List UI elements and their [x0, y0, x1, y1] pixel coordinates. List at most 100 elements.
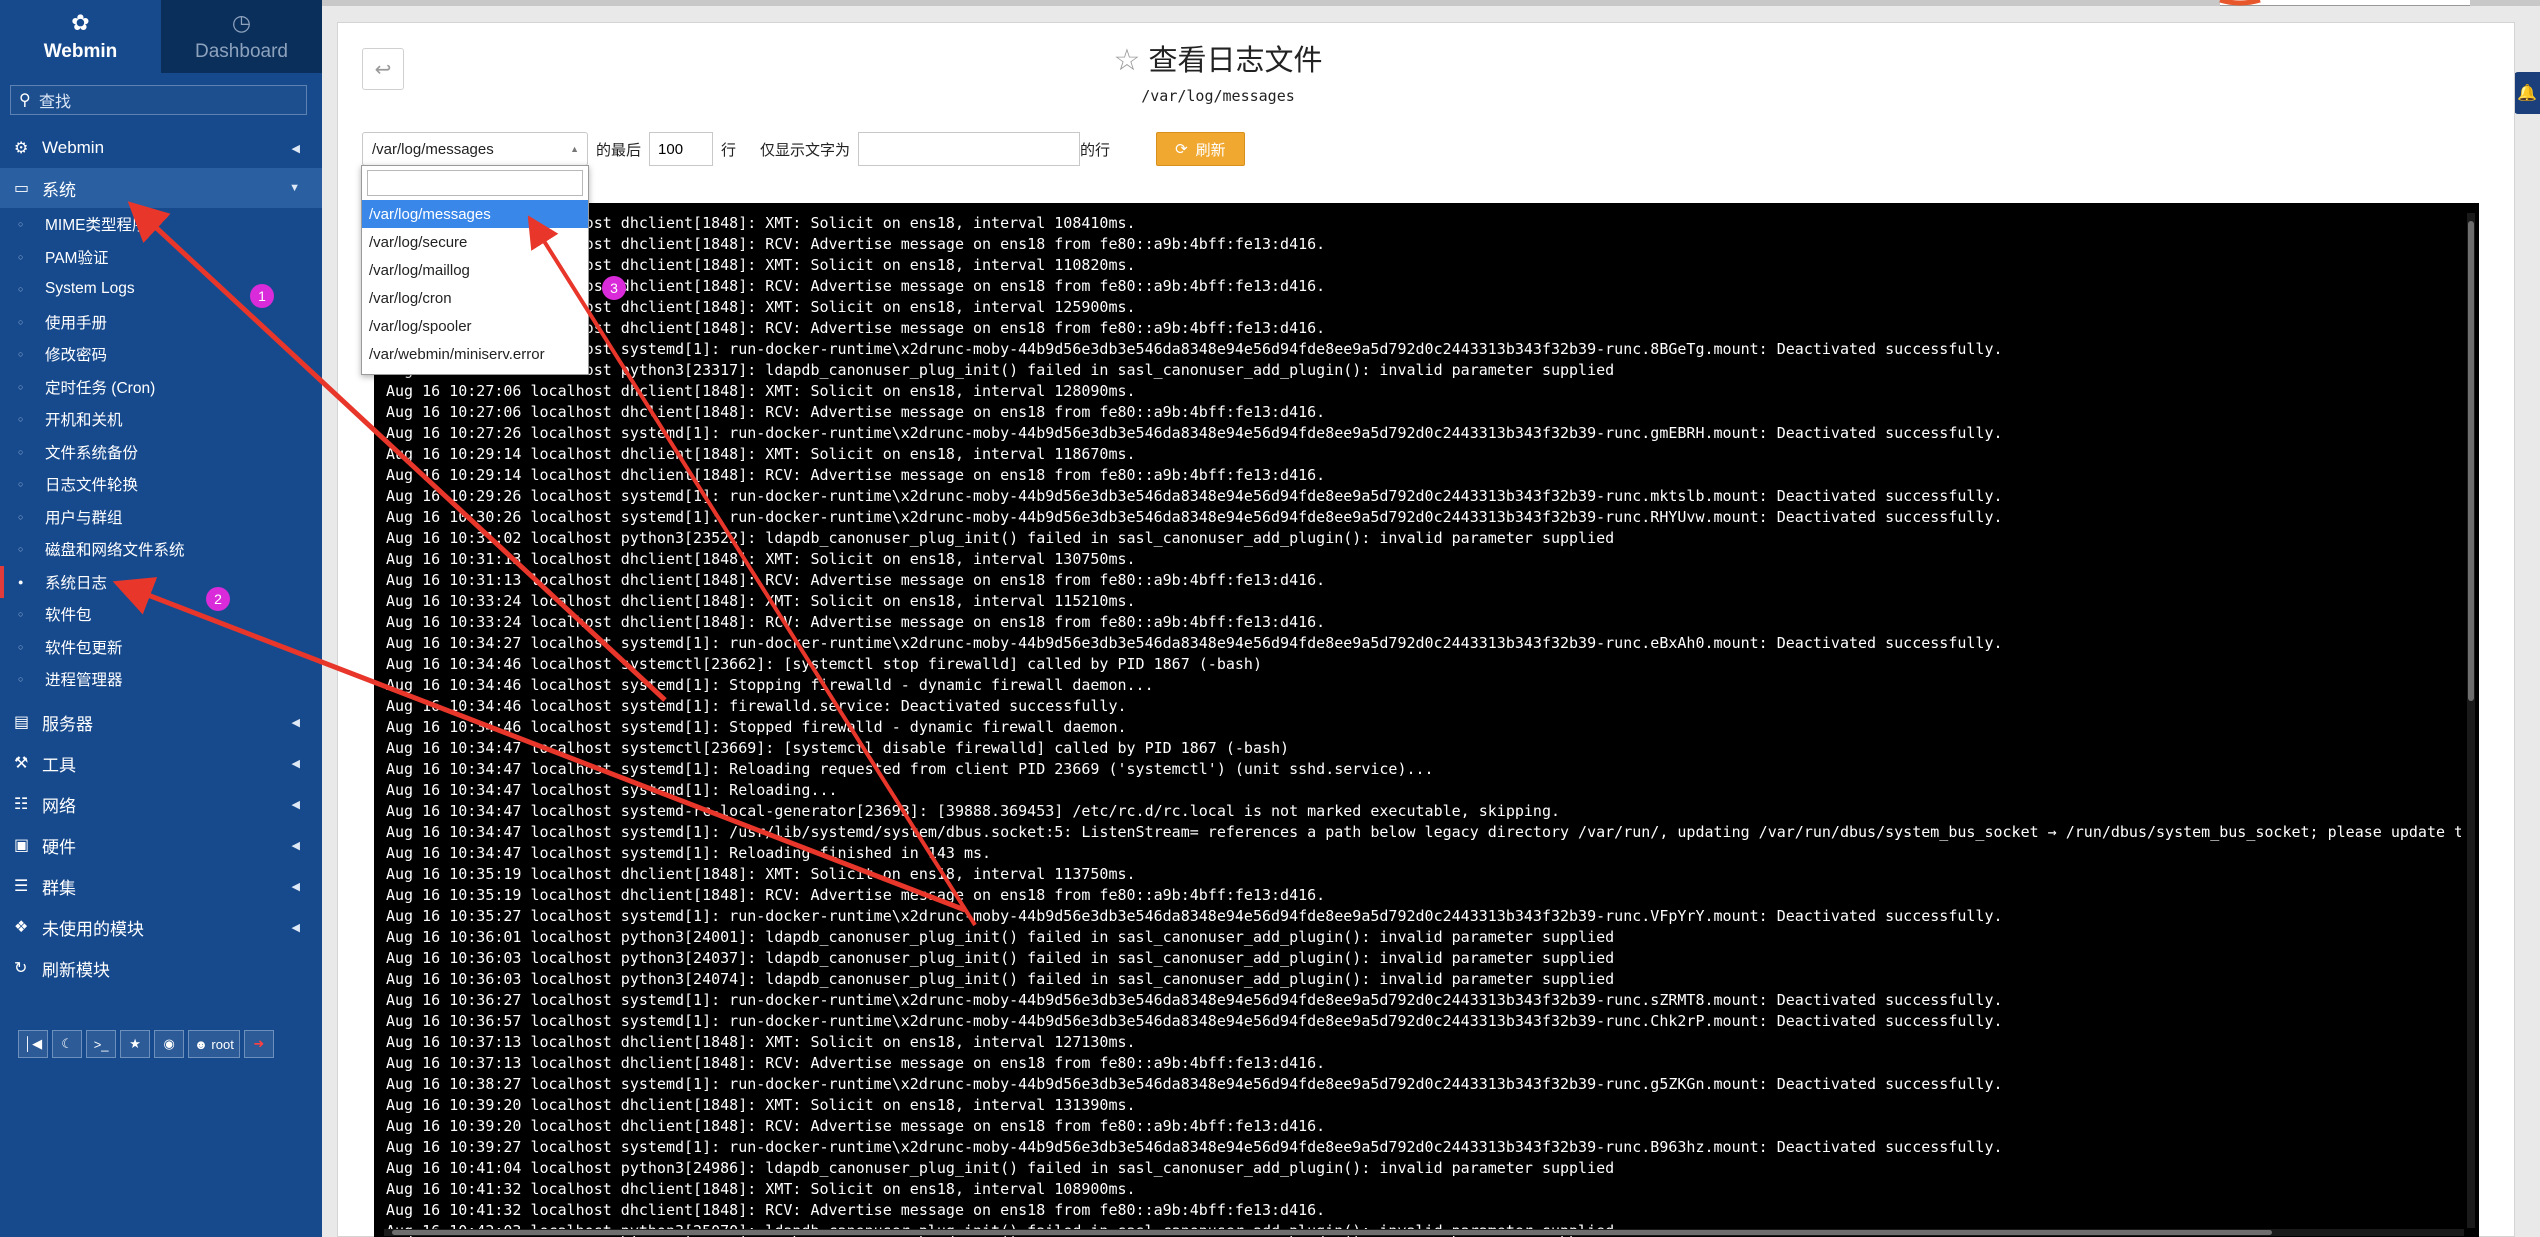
- lines-unit-label: 行: [721, 141, 737, 159]
- dropdown-option[interactable]: /var/webmin/miniserv.error: [362, 340, 588, 368]
- bullet-icon: ○: [18, 446, 24, 457]
- sidebar-item-label: 定时任务 (Cron): [45, 379, 156, 397]
- tab-dashboard-label: Dashboard: [195, 40, 288, 62]
- log-file-select[interactable]: /var/log/messages ▲: [362, 132, 588, 166]
- bullet-icon: ○: [18, 609, 24, 620]
- dropdown-option[interactable]: /var/log/cron: [362, 284, 588, 312]
- log-lines: Aug 16 10:25:38 localhost dhclient[1848]…: [386, 213, 2461, 1237]
- log-line: Aug 16 10:34:47 localhost systemd-rc-loc…: [386, 802, 1560, 820]
- sidebar-item[interactable]: ○ 定时任务 (Cron): [0, 371, 322, 404]
- sidebar-item[interactable]: ● 系统日志: [0, 565, 322, 598]
- sidebar-category-label: 网络: [42, 796, 76, 816]
- log-file-dropdown: /var/log/messages/var/log/secure/var/log…: [361, 165, 589, 375]
- sidebar-category-webmin[interactable]: ⚙ Webmin ◀: [0, 128, 322, 168]
- log-output-console[interactable]: Aug 16 10:25:38 localhost dhclient[1848]…: [374, 203, 2479, 1237]
- horizontal-scrollbar[interactable]: [384, 1229, 2464, 1236]
- sidebar-item[interactable]: ○ 日志文件轮换: [0, 468, 322, 501]
- cluster-icon: ☰: [14, 878, 29, 895]
- vertical-scrollbar-thumb[interactable]: [2468, 221, 2474, 701]
- terminal-icon[interactable]: >_: [86, 1030, 117, 1058]
- log-file-select-value: /var/log/messages: [372, 140, 494, 158]
- sidebar-item-label: 软件包更新: [45, 639, 123, 657]
- dropdown-option[interactable]: /var/log/spooler: [362, 312, 588, 340]
- sidebar-item-label: 日志文件轮换: [45, 477, 139, 495]
- sidebar-category-system[interactable]: ▭ 系统 ▼: [0, 168, 322, 208]
- sidebar-item[interactable]: ○ 软件包更新: [0, 631, 322, 664]
- log-line: Aug 16 10:30:26 localhost systemd[1]: ru…: [386, 508, 2003, 526]
- sidebar-category[interactable]: ⚒ 工具 ◀: [0, 743, 322, 784]
- caret-left-icon: ◀: [291, 839, 300, 852]
- sidebar-item[interactable]: ○ 开机和关机: [0, 403, 322, 436]
- filter-text-input[interactable]: [858, 132, 1081, 166]
- log-line: Aug 16 10:35:19 localhost dhclient[1848]…: [386, 865, 1136, 883]
- vertical-scrollbar[interactable]: [2467, 213, 2475, 1228]
- favorites-star-icon[interactable]: ★: [120, 1030, 151, 1058]
- sidebar-item[interactable]: ○ 修改密码: [0, 338, 322, 371]
- sidebar-category[interactable]: ☷ 网络 ◀: [0, 784, 322, 825]
- tab-webmin[interactable]: ✿ Webmin: [0, 0, 161, 73]
- sidebar-category[interactable]: ↻ 刷新模块: [0, 948, 322, 989]
- tab-dashboard[interactable]: ◷ Dashboard: [161, 0, 322, 73]
- dropdown-option[interactable]: /var/log/secure: [362, 228, 588, 256]
- puzzle-icon: ❖: [14, 919, 29, 936]
- dropdown-options: /var/log/messages/var/log/secure/var/log…: [362, 200, 588, 368]
- sidebar-category-label: 工具: [42, 755, 76, 775]
- sidebar-top-tabs: ✿ Webmin ◷ Dashboard: [0, 0, 322, 73]
- log-line: Aug 16 10:37:13 localhost dhclient[1848]…: [386, 1054, 1326, 1072]
- log-line: Aug 16 10:35:19 localhost dhclient[1848]…: [386, 886, 1326, 904]
- sidebar-item[interactable]: ○ System Logs: [0, 273, 322, 306]
- sidebar-category-label: 刷新模块: [42, 960, 110, 980]
- sidebar-category[interactable]: ▤ 服务器 ◀: [0, 702, 322, 743]
- dropdown-search-input[interactable]: [367, 170, 583, 196]
- notification-bell-icon[interactable]: 🔔: [2514, 72, 2540, 114]
- collapse-icon[interactable]: │◀: [18, 1030, 49, 1058]
- bullet-icon: ○: [18, 544, 24, 555]
- sidebar-item[interactable]: ○ 进程管理器: [0, 663, 322, 696]
- log-line: Aug 16 10:35:27 localhost systemd[1]: ru…: [386, 907, 2003, 925]
- log-line: Aug 16 10:25:38 localhost dhclient[1848]…: [386, 235, 1326, 253]
- sidebar-item-label: PAM验证: [45, 249, 109, 267]
- log-line: Aug 16 10:29:26 localhost systemd[1]: ru…: [386, 487, 2003, 505]
- sidebar-item[interactable]: ○ 使用手册: [0, 306, 322, 339]
- user-button[interactable]: ☻ root: [188, 1030, 240, 1058]
- refresh-icon: ↻: [14, 960, 28, 977]
- logout-icon[interactable]: ➜: [243, 1030, 274, 1058]
- user-icon: ☻: [194, 1036, 212, 1052]
- dropdown-option[interactable]: /var/log/messages: [362, 200, 588, 228]
- palette-icon[interactable]: ◉: [154, 1030, 185, 1058]
- sidebar-item-label: 修改密码: [45, 347, 108, 365]
- sidebar-category[interactable]: ❖ 未使用的模块 ◀: [0, 907, 322, 948]
- sidebar-item[interactable]: ○ 磁盘和网络文件系统: [0, 533, 322, 566]
- bullet-icon: ○: [18, 349, 24, 360]
- log-line: Aug 16 10:36:01 localhost python3[24001]…: [386, 928, 1615, 946]
- night-mode-icon[interactable]: ☾: [52, 1030, 83, 1058]
- sidebar-item-label: 磁盘和网络文件系统: [45, 542, 185, 560]
- sidebar-search-input[interactable]: ⚲ 查找: [10, 85, 307, 115]
- lines-count-input[interactable]: 100: [649, 132, 714, 166]
- bullet-icon: ○: [18, 641, 24, 652]
- caret-down-icon: ▼: [289, 182, 300, 194]
- log-line: Aug 16 10:33:24 localhost dhclient[1848]…: [386, 613, 1326, 631]
- horizontal-scrollbar-thumb[interactable]: [392, 1230, 2272, 1235]
- dashboard-gauge-icon: ◷: [231, 9, 252, 35]
- log-line: Aug 16 10:25:38 localhost dhclient[1848]…: [386, 298, 1136, 316]
- dropdown-option[interactable]: /var/log/maillog: [362, 256, 588, 284]
- sidebar-item[interactable]: ○ 文件系统备份: [0, 436, 322, 469]
- sidebar-category-label: Webmin: [42, 138, 105, 157]
- favorite-star-icon[interactable]: ☆: [1114, 44, 1141, 77]
- sidebar-category-label: 服务器: [42, 714, 93, 734]
- sidebar-item[interactable]: ○ MIME类型程序: [0, 208, 322, 241]
- sidebar-item[interactable]: ○ PAM验证: [0, 241, 322, 274]
- sidebar-category[interactable]: ▣ 硬件 ◀: [0, 825, 322, 866]
- sidebar-item-label: 开机和关机: [45, 412, 123, 430]
- sidebar-bottom-categories: ▤ 服务器 ◀ ⚒ 工具 ◀ ☷ 网络 ◀ ▣ 硬件 ◀ ☰ 群集 ◀ ❖ 未使用的模块 ◀ ↻ 刷新模块: [0, 702, 322, 989]
- bullet-icon: ●: [18, 576, 24, 587]
- sidebar-item[interactable]: ○ 用户与群组: [0, 501, 322, 534]
- sidebar: ✿ Webmin ◷ Dashboard ⚲ 查找 ⚙ Webmin ◀ ▭ 系…: [0, 0, 322, 1237]
- refresh-button[interactable]: ⟳ 刷新: [1156, 132, 1245, 166]
- sidebar-item[interactable]: ○ 软件包: [0, 598, 322, 631]
- sidebar-category[interactable]: ☰ 群集 ◀: [0, 866, 322, 907]
- network-icon: ☷: [14, 796, 29, 813]
- log-line: Aug 16 10:37:13 localhost dhclient[1848]…: [386, 1033, 1136, 1051]
- search-icon: ⚲: [19, 92, 31, 109]
